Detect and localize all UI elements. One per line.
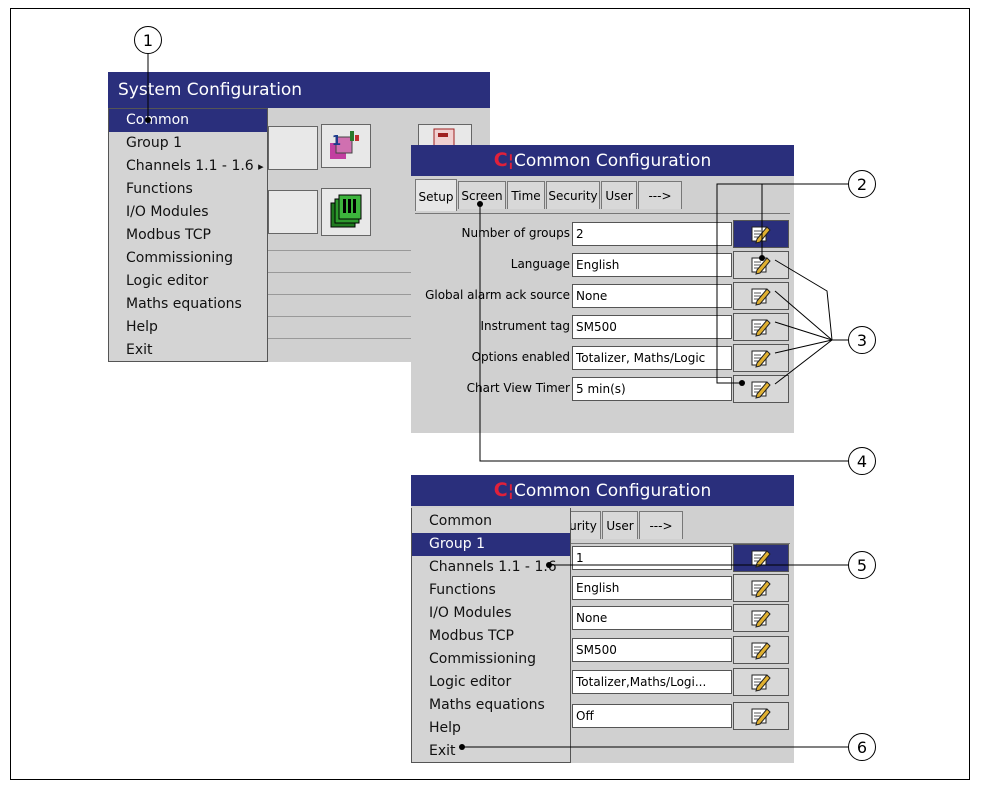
callout-5: 5 <box>848 551 876 579</box>
leader-dot <box>459 744 465 750</box>
callout-6: 6 <box>848 733 876 761</box>
callout-4: 4 <box>848 447 876 475</box>
callout-1: 1 <box>134 26 162 54</box>
leader-dot <box>739 380 745 386</box>
leader-dot <box>145 117 151 123</box>
leader-dot <box>546 562 552 568</box>
callout-2: 2 <box>848 170 876 198</box>
leader-dot <box>477 201 483 207</box>
callout-3: 3 <box>848 326 876 354</box>
leader-dot <box>759 255 765 261</box>
